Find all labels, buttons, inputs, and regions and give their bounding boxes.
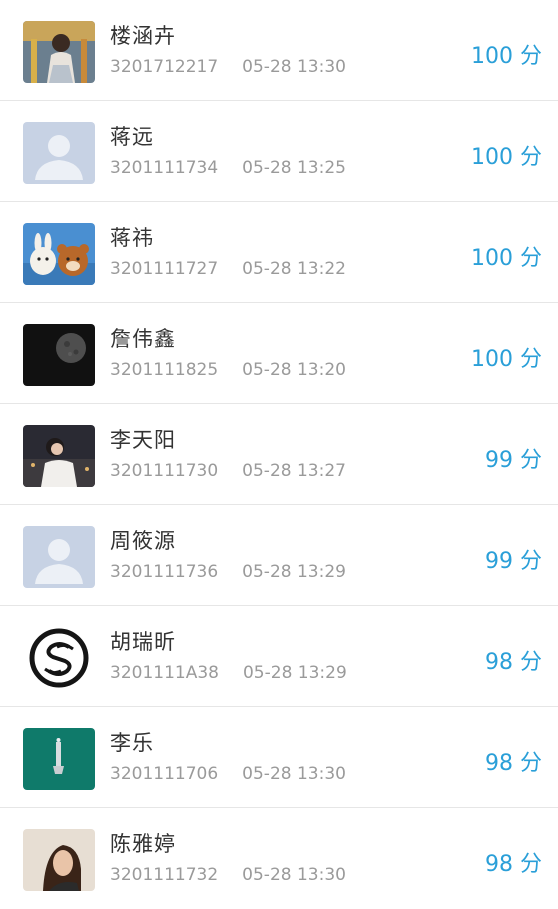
photo-avatar-icon — [23, 829, 95, 891]
student-id: 3201111A38 — [110, 663, 219, 683]
moon-avatar-icon — [23, 324, 95, 386]
cartoon-avatar-icon — [23, 223, 95, 285]
submit-time: 05-28 13:25 — [242, 158, 346, 178]
student-meta: 3201111A38 05-28 13:29 — [110, 663, 347, 683]
score-value: 100 分 — [471, 44, 542, 69]
photo-avatar-icon — [23, 425, 95, 487]
student-name: 蒋远 — [110, 125, 154, 149]
student-name: 楼涵卉 — [110, 24, 176, 48]
teal-photo-avatar-icon — [23, 728, 95, 790]
student-id: 3201111730 — [110, 461, 219, 481]
list-item[interactable]: 楼涵卉 3201712217 05-28 13:30 100 分 — [0, 0, 558, 101]
student-name: 胡瑞昕 — [110, 630, 176, 654]
list-item[interactable]: 蒋祎 3201111727 05-28 13:22 100 分 — [0, 202, 558, 303]
student-meta: 3201111736 05-28 13:29 — [110, 562, 346, 582]
student-name: 陈雅婷 — [110, 832, 176, 856]
student-name: 李乐 — [110, 731, 154, 755]
score-value: 100 分 — [471, 347, 542, 372]
student-id: 3201111734 — [110, 158, 219, 178]
student-meta: 3201111730 05-28 13:27 — [110, 461, 346, 481]
submit-time: 05-28 13:20 — [242, 360, 346, 380]
student-id: 3201111727 — [110, 259, 219, 279]
student-id: 3201111825 — [110, 360, 219, 380]
list-item[interactable]: 陈雅婷 3201111732 05-28 13:30 98 分 — [0, 808, 558, 909]
student-meta: 3201712217 05-28 13:30 — [110, 57, 346, 77]
default-avatar-icon — [23, 122, 95, 184]
score-value: 99 分 — [485, 448, 542, 473]
score-value: 100 分 — [471, 145, 542, 170]
student-name: 蒋祎 — [110, 226, 154, 250]
score-value: 98 分 — [485, 650, 542, 675]
list-item[interactable]: 周筱源 3201111736 05-28 13:29 99 分 — [0, 505, 558, 606]
photo-avatar-icon — [23, 21, 95, 83]
submit-time: 05-28 13:27 — [242, 461, 346, 481]
logo-avatar-icon — [23, 627, 95, 689]
score-value: 99 分 — [485, 549, 542, 574]
student-meta: 3201111732 05-28 13:30 — [110, 865, 346, 885]
list-item[interactable]: 詹伟鑫 3201111825 05-28 13:20 100 分 — [0, 303, 558, 404]
submit-time: 05-28 13:30 — [242, 57, 346, 77]
student-meta: 3201111825 05-28 13:20 — [110, 360, 346, 380]
student-name: 詹伟鑫 — [110, 327, 176, 351]
score-list: 楼涵卉 3201712217 05-28 13:30 100 分 蒋远 32011… — [0, 0, 558, 909]
submit-time: 05-28 13:29 — [242, 663, 347, 683]
student-name: 李天阳 — [110, 428, 176, 452]
student-id: 3201111706 — [110, 764, 219, 784]
submit-time: 05-28 13:30 — [242, 865, 346, 885]
student-id: 3201111732 — [110, 865, 219, 885]
submit-time: 05-28 13:29 — [242, 562, 346, 582]
list-item[interactable]: 李天阳 3201111730 05-28 13:27 99 分 — [0, 404, 558, 505]
student-name: 周筱源 — [110, 529, 176, 553]
student-meta: 3201111706 05-28 13:30 — [110, 764, 346, 784]
list-item[interactable]: 蒋远 3201111734 05-28 13:25 100 分 — [0, 101, 558, 202]
score-value: 98 分 — [485, 751, 542, 776]
default-avatar-icon — [23, 526, 95, 588]
score-value: 98 分 — [485, 852, 542, 877]
submit-time: 05-28 13:22 — [242, 259, 346, 279]
student-id: 3201712217 — [110, 57, 219, 77]
list-item[interactable]: 胡瑞昕 3201111A38 05-28 13:29 98 分 — [0, 606, 558, 707]
submit-time: 05-28 13:30 — [242, 764, 346, 784]
student-meta: 3201111727 05-28 13:22 — [110, 259, 346, 279]
student-meta: 3201111734 05-28 13:25 — [110, 158, 346, 178]
student-id: 3201111736 — [110, 562, 219, 582]
score-value: 100 分 — [471, 246, 542, 271]
list-item[interactable]: 李乐 3201111706 05-28 13:30 98 分 — [0, 707, 558, 808]
